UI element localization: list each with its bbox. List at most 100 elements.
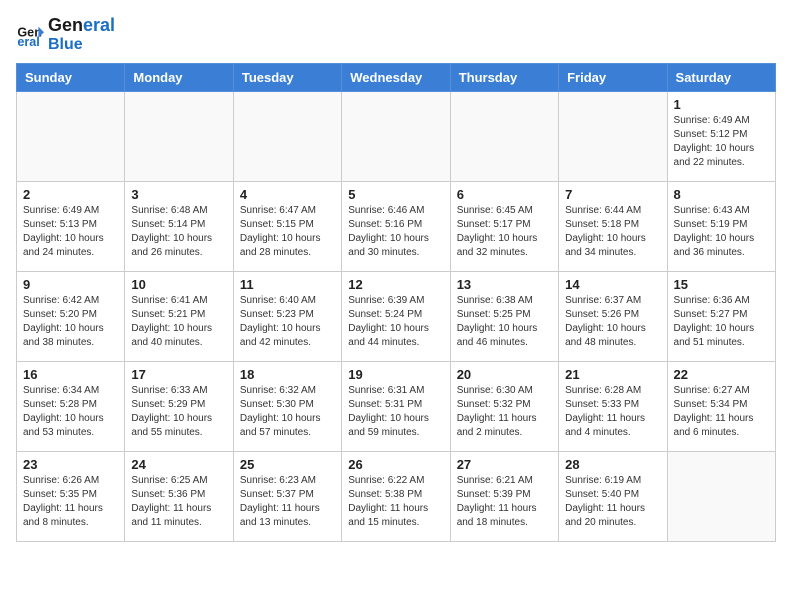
week-row-1: 1 Sunrise: 6:49 AM Sunset: 5:12 PM Daylig… bbox=[17, 92, 776, 182]
day-number: 23 bbox=[23, 457, 118, 472]
day-info: Sunrise: 6:36 AM Sunset: 5:27 PM Dayligh… bbox=[674, 294, 769, 350]
day-cell: 3 Sunrise: 6:48 AM Sunset: 5:14 PM Daylig… bbox=[125, 182, 233, 272]
day-cell: 20 Sunrise: 6:30 AM Sunset: 5:32 PM Dayli… bbox=[450, 362, 558, 452]
day-cell: 14 Sunrise: 6:37 AM Sunset: 5:26 PM Dayli… bbox=[559, 272, 667, 362]
day-number: 7 bbox=[565, 187, 660, 202]
col-header-saturday: Saturday bbox=[667, 64, 775, 92]
day-cell bbox=[125, 92, 233, 182]
day-number: 20 bbox=[457, 367, 552, 382]
day-number: 12 bbox=[348, 277, 443, 292]
day-cell: 15 Sunrise: 6:36 AM Sunset: 5:27 PM Dayli… bbox=[667, 272, 775, 362]
day-number: 4 bbox=[240, 187, 335, 202]
svg-text:eral: eral bbox=[17, 35, 39, 49]
day-cell: 22 Sunrise: 6:27 AM Sunset: 5:34 PM Dayli… bbox=[667, 362, 775, 452]
day-info: Sunrise: 6:27 AM Sunset: 5:34 PM Dayligh… bbox=[674, 384, 769, 440]
col-header-wednesday: Wednesday bbox=[342, 64, 450, 92]
week-row-5: 23 Sunrise: 6:26 AM Sunset: 5:35 PM Dayli… bbox=[17, 452, 776, 542]
day-cell: 28 Sunrise: 6:19 AM Sunset: 5:40 PM Dayli… bbox=[559, 452, 667, 542]
day-info: Sunrise: 6:39 AM Sunset: 5:24 PM Dayligh… bbox=[348, 294, 443, 350]
col-header-friday: Friday bbox=[559, 64, 667, 92]
day-info: Sunrise: 6:32 AM Sunset: 5:30 PM Dayligh… bbox=[240, 384, 335, 440]
day-cell: 26 Sunrise: 6:22 AM Sunset: 5:38 PM Dayli… bbox=[342, 452, 450, 542]
day-info: Sunrise: 6:45 AM Sunset: 5:17 PM Dayligh… bbox=[457, 204, 552, 260]
day-info: Sunrise: 6:21 AM Sunset: 5:39 PM Dayligh… bbox=[457, 474, 552, 530]
day-info: Sunrise: 6:26 AM Sunset: 5:35 PM Dayligh… bbox=[23, 474, 118, 530]
day-cell: 23 Sunrise: 6:26 AM Sunset: 5:35 PM Dayli… bbox=[17, 452, 125, 542]
day-info: Sunrise: 6:19 AM Sunset: 5:40 PM Dayligh… bbox=[565, 474, 660, 530]
day-number: 15 bbox=[674, 277, 769, 292]
day-number: 1 bbox=[674, 97, 769, 112]
day-number: 26 bbox=[348, 457, 443, 472]
day-number: 25 bbox=[240, 457, 335, 472]
logo-icon: Gen eral bbox=[16, 21, 44, 49]
day-info: Sunrise: 6:38 AM Sunset: 5:25 PM Dayligh… bbox=[457, 294, 552, 350]
day-number: 24 bbox=[131, 457, 226, 472]
day-number: 27 bbox=[457, 457, 552, 472]
day-info: Sunrise: 6:49 AM Sunset: 5:13 PM Dayligh… bbox=[23, 204, 118, 260]
day-cell: 27 Sunrise: 6:21 AM Sunset: 5:39 PM Dayli… bbox=[450, 452, 558, 542]
day-info: Sunrise: 6:49 AM Sunset: 5:12 PM Dayligh… bbox=[674, 114, 769, 170]
logo: Gen eral General Blue bbox=[16, 16, 115, 53]
day-info: Sunrise: 6:33 AM Sunset: 5:29 PM Dayligh… bbox=[131, 384, 226, 440]
day-cell: 9Sunrise: 6:42 AM Sunset: 5:20 PM Daylig… bbox=[17, 272, 125, 362]
day-info: Sunrise: 6:34 AM Sunset: 5:28 PM Dayligh… bbox=[23, 384, 118, 440]
day-cell: 7 Sunrise: 6:44 AM Sunset: 5:18 PM Daylig… bbox=[559, 182, 667, 272]
calendar-header: SundayMondayTuesdayWednesdayThursdayFrid… bbox=[17, 64, 776, 92]
day-cell: 2Sunrise: 6:49 AM Sunset: 5:13 PM Daylig… bbox=[17, 182, 125, 272]
day-info: Sunrise: 6:43 AM Sunset: 5:19 PM Dayligh… bbox=[674, 204, 769, 260]
day-info: Sunrise: 6:30 AM Sunset: 5:32 PM Dayligh… bbox=[457, 384, 552, 440]
day-number: 8 bbox=[674, 187, 769, 202]
day-cell: 17 Sunrise: 6:33 AM Sunset: 5:29 PM Dayli… bbox=[125, 362, 233, 452]
day-number: 11 bbox=[240, 277, 335, 292]
logo-line1: General bbox=[48, 16, 115, 36]
day-cell bbox=[233, 92, 341, 182]
day-cell bbox=[450, 92, 558, 182]
col-header-sunday: Sunday bbox=[17, 64, 125, 92]
logo-line2: Blue bbox=[48, 36, 115, 54]
week-row-2: 2Sunrise: 6:49 AM Sunset: 5:13 PM Daylig… bbox=[17, 182, 776, 272]
day-number: 13 bbox=[457, 277, 552, 292]
day-info: Sunrise: 6:25 AM Sunset: 5:36 PM Dayligh… bbox=[131, 474, 226, 530]
day-cell: 4 Sunrise: 6:47 AM Sunset: 5:15 PM Daylig… bbox=[233, 182, 341, 272]
day-info: Sunrise: 6:46 AM Sunset: 5:16 PM Dayligh… bbox=[348, 204, 443, 260]
day-info: Sunrise: 6:48 AM Sunset: 5:14 PM Dayligh… bbox=[131, 204, 226, 260]
day-cell bbox=[342, 92, 450, 182]
week-row-3: 9Sunrise: 6:42 AM Sunset: 5:20 PM Daylig… bbox=[17, 272, 776, 362]
day-cell: 13 Sunrise: 6:38 AM Sunset: 5:25 PM Dayli… bbox=[450, 272, 558, 362]
day-info: Sunrise: 6:44 AM Sunset: 5:18 PM Dayligh… bbox=[565, 204, 660, 260]
day-number: 9 bbox=[23, 277, 118, 292]
day-cell: 10Sunrise: 6:41 AM Sunset: 5:21 PM Dayli… bbox=[125, 272, 233, 362]
week-row-4: 16 Sunrise: 6:34 AM Sunset: 5:28 PM Dayli… bbox=[17, 362, 776, 452]
day-number: 6 bbox=[457, 187, 552, 202]
day-info: Sunrise: 6:22 AM Sunset: 5:38 PM Dayligh… bbox=[348, 474, 443, 530]
day-cell: 19 Sunrise: 6:31 AM Sunset: 5:31 PM Dayli… bbox=[342, 362, 450, 452]
day-cell: 25Sunrise: 6:23 AM Sunset: 5:37 PM Dayli… bbox=[233, 452, 341, 542]
page-header: Gen eral General Blue bbox=[16, 16, 776, 53]
day-number: 22 bbox=[674, 367, 769, 382]
day-number: 17 bbox=[131, 367, 226, 382]
day-number: 19 bbox=[348, 367, 443, 382]
day-info: Sunrise: 6:37 AM Sunset: 5:26 PM Dayligh… bbox=[565, 294, 660, 350]
col-header-monday: Monday bbox=[125, 64, 233, 92]
day-cell: 18 Sunrise: 6:32 AM Sunset: 5:30 PM Dayli… bbox=[233, 362, 341, 452]
day-cell: 16 Sunrise: 6:34 AM Sunset: 5:28 PM Dayli… bbox=[17, 362, 125, 452]
day-number: 18 bbox=[240, 367, 335, 382]
day-cell: 1 Sunrise: 6:49 AM Sunset: 5:12 PM Daylig… bbox=[667, 92, 775, 182]
calendar-table: SundayMondayTuesdayWednesdayThursdayFrid… bbox=[16, 63, 776, 542]
day-info: Sunrise: 6:41 AM Sunset: 5:21 PM Dayligh… bbox=[131, 294, 226, 350]
day-cell bbox=[17, 92, 125, 182]
day-number: 14 bbox=[565, 277, 660, 292]
day-info: Sunrise: 6:31 AM Sunset: 5:31 PM Dayligh… bbox=[348, 384, 443, 440]
day-info: Sunrise: 6:47 AM Sunset: 5:15 PM Dayligh… bbox=[240, 204, 335, 260]
day-cell: 24 Sunrise: 6:25 AM Sunset: 5:36 PM Dayli… bbox=[125, 452, 233, 542]
day-number: 16 bbox=[23, 367, 118, 382]
day-number: 3 bbox=[131, 187, 226, 202]
day-cell: 5Sunrise: 6:46 AM Sunset: 5:16 PM Daylig… bbox=[342, 182, 450, 272]
day-number: 28 bbox=[565, 457, 660, 472]
day-number: 21 bbox=[565, 367, 660, 382]
day-cell: 12 Sunrise: 6:39 AM Sunset: 5:24 PM Dayli… bbox=[342, 272, 450, 362]
day-cell: 21Sunrise: 6:28 AM Sunset: 5:33 PM Dayli… bbox=[559, 362, 667, 452]
day-cell: 8 Sunrise: 6:43 AM Sunset: 5:19 PM Daylig… bbox=[667, 182, 775, 272]
day-info: Sunrise: 6:40 AM Sunset: 5:23 PM Dayligh… bbox=[240, 294, 335, 350]
col-header-tuesday: Tuesday bbox=[233, 64, 341, 92]
